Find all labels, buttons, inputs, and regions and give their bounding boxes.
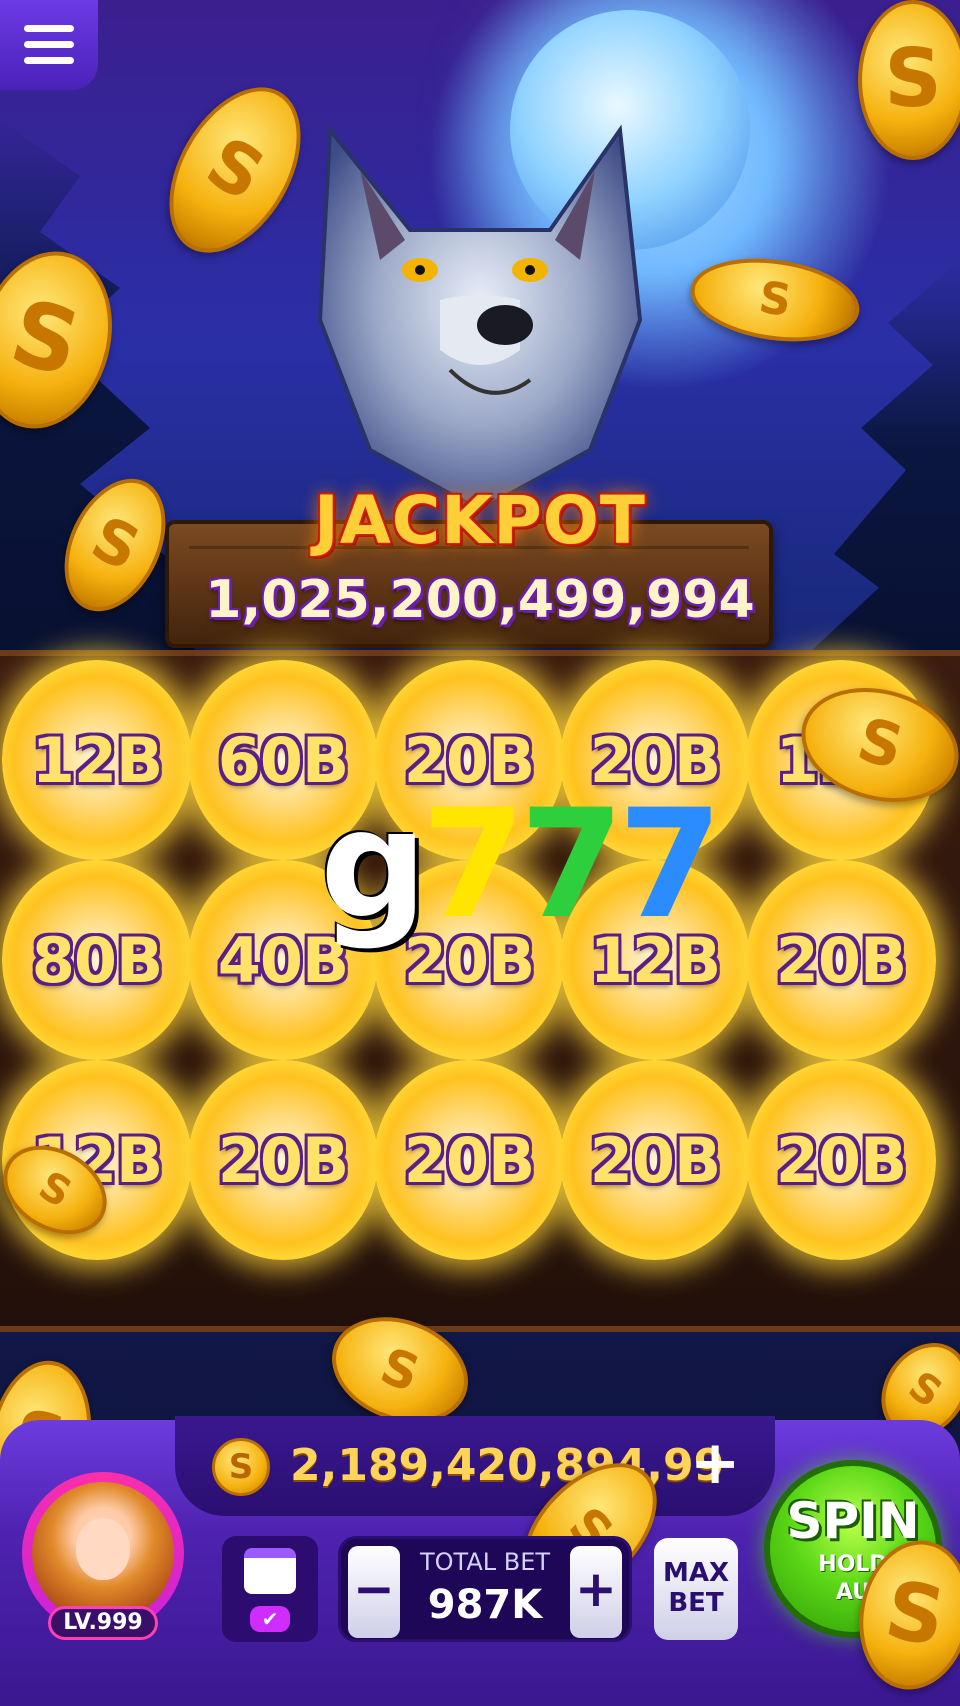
- max-bet-label-line2: BET: [668, 1588, 724, 1618]
- cell-value: 20B: [217, 1123, 350, 1197]
- cell-value: 20B: [775, 1123, 908, 1197]
- calendar-check-icon: [244, 1548, 296, 1594]
- coin-icon: S: [858, 0, 960, 160]
- grid-cell: 20B: [374, 1060, 564, 1260]
- cell-value: 12B: [31, 723, 164, 797]
- grid-cell: 20B: [188, 1060, 378, 1260]
- cell-value: 20B: [589, 1123, 722, 1197]
- total-bet-label: TOTAL BET: [419, 1548, 551, 1576]
- max-bet-button[interactable]: MAX BET: [654, 1538, 738, 1640]
- cell-value: 80B: [31, 923, 164, 997]
- grid-cell: 12B: [2, 660, 192, 860]
- hamburger-menu-icon: [24, 25, 74, 65]
- grid-cell: 20B: [746, 1060, 936, 1260]
- grid-cell: 20B: [746, 860, 936, 1060]
- wolf-artwork: [317, 124, 643, 510]
- cell-value: 20B: [403, 1123, 536, 1197]
- coin-icon: S: [212, 1438, 270, 1496]
- add-coins-button[interactable]: +: [690, 1428, 740, 1498]
- grid-cell: 80B: [2, 860, 192, 1060]
- cell-value: 20B: [775, 923, 908, 997]
- max-bet-label-line1: MAX: [662, 1558, 730, 1588]
- total-bet-value: 987K: [427, 1582, 543, 1628]
- menu-button[interactable]: [0, 0, 98, 90]
- avatar: [32, 1482, 174, 1624]
- watermark-logo: g777: [320, 778, 723, 952]
- grid-cell: 20B: [560, 1060, 750, 1260]
- increase-bet-button[interactable]: +: [570, 1546, 622, 1638]
- level-badge: LV.999: [48, 1606, 158, 1640]
- check-icon: ✔: [250, 1606, 290, 1632]
- daily-bonus-button[interactable]: ✔: [222, 1536, 318, 1642]
- coin-balance: 2,189,420,894,99: [290, 1440, 725, 1491]
- decrease-bet-button[interactable]: −: [348, 1546, 400, 1638]
